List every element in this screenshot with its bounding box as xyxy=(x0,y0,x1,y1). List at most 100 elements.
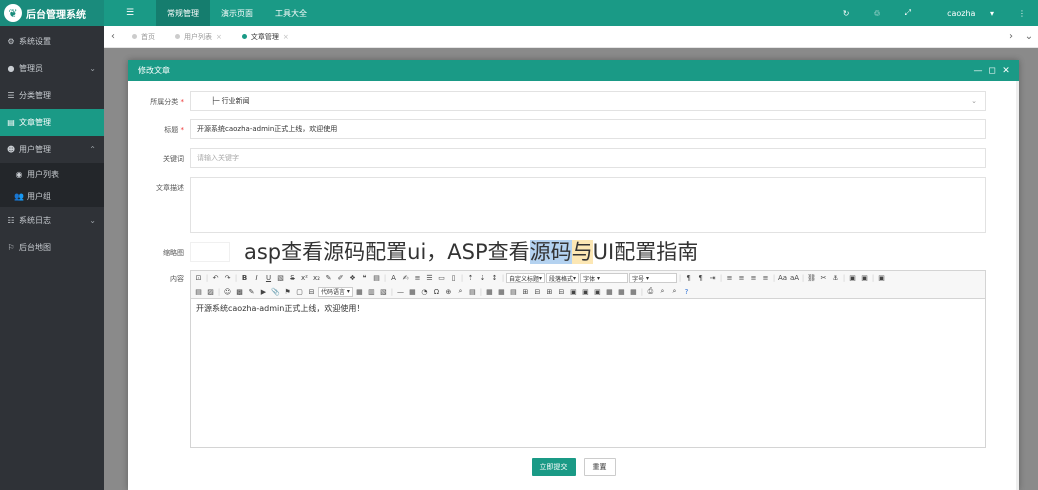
italic-icon[interactable]: I xyxy=(251,273,262,284)
sidebar-item-system-log[interactable]: ☷ 系统日志 ⌄ xyxy=(0,207,104,234)
close-icon[interactable]: × xyxy=(283,33,289,41)
search-icon[interactable]: ⌕ xyxy=(669,286,680,297)
title-input[interactable]: 开源系统caozha-admin正式上线，欢迎使用 xyxy=(190,119,986,139)
image-left-icon[interactable]: ▣ xyxy=(859,273,870,284)
insert-col-icon[interactable]: ⊞ xyxy=(544,286,555,297)
modal-scrollbar[interactable] xyxy=(1016,81,1019,490)
sidebar-item-site-map[interactable]: ⚐ 后台地图 xyxy=(0,234,104,261)
wordimage-icon[interactable]: ▧ xyxy=(378,286,389,297)
background-icon[interactable]: ▥ xyxy=(366,286,377,297)
unordered-list-icon[interactable]: ☰ xyxy=(424,273,435,284)
highlight-icon[interactable]: ✍ xyxy=(400,273,411,284)
menu-toggle-icon[interactable]: ☰ xyxy=(104,8,156,18)
blockquote-icon[interactable]: ❝ xyxy=(359,273,370,284)
align-justify-icon[interactable]: ≡ xyxy=(760,273,771,284)
insert-table-icon[interactable]: ▦ xyxy=(484,286,495,297)
font-family-select[interactable]: 字体 ▾ xyxy=(580,273,629,283)
clear-doc-icon[interactable]: ▯ xyxy=(448,273,459,284)
page-break-icon[interactable]: ⊟ xyxy=(306,286,317,297)
sidebar-item-categories[interactable]: ☰ 分类管理 xyxy=(0,82,104,109)
format-match-icon[interactable]: ✐ xyxy=(335,273,346,284)
drafts-icon[interactable]: ▤ xyxy=(467,286,478,297)
uppercase-icon[interactable]: Aa xyxy=(777,273,788,284)
line-height-icon[interactable]: ↕ xyxy=(489,273,500,284)
special-chars-icon[interactable]: Ω xyxy=(431,286,442,297)
category-select[interactable]: ├─ 行业新闻 ⌄ xyxy=(190,91,986,111)
link-icon[interactable]: ⛓ xyxy=(806,273,817,284)
frame-icon[interactable]: ▢ xyxy=(294,286,305,297)
align-right-icon[interactable]: ≡ xyxy=(748,273,759,284)
superscript-icon[interactable]: x² xyxy=(299,273,310,284)
tab-home[interactable]: 首页 xyxy=(122,32,165,42)
font-border-icon[interactable]: ▧ xyxy=(275,273,286,284)
maximize-icon[interactable]: ◻ xyxy=(985,66,999,76)
template-icon[interactable]: ▦ xyxy=(354,286,365,297)
date-icon[interactable]: ▦ xyxy=(407,286,418,297)
tab-options-icon[interactable]: ⌄ xyxy=(1020,31,1038,42)
screenshot-icon[interactable]: ▩ xyxy=(234,286,245,297)
refresh-icon[interactable]: ↻ xyxy=(831,9,862,18)
description-textarea[interactable] xyxy=(190,177,986,233)
insert-row-icon[interactable]: ⊞ xyxy=(520,286,531,297)
remove-format-icon[interactable]: ✎ xyxy=(323,273,334,284)
search-replace-icon[interactable]: ⌕ xyxy=(455,286,466,297)
font-color-icon[interactable]: A xyxy=(388,273,399,284)
attachment-icon[interactable]: 📎 xyxy=(270,286,281,297)
sidebar-item-articles[interactable]: ▤ 文章管理 xyxy=(0,109,104,136)
brand[interactable]: ❦ 后台管理系统 xyxy=(0,0,104,26)
merge-cells-icon[interactable]: ▣ xyxy=(568,286,579,297)
row-spacing-bottom-icon[interactable]: ⇣ xyxy=(477,273,488,284)
merge-down-icon[interactable]: ▣ xyxy=(592,286,603,297)
sidebar-item-system-settings[interactable]: ⚙ 系统设置 xyxy=(0,28,104,55)
unlink-icon[interactable]: ✂ xyxy=(818,273,829,284)
auto-typeset-icon[interactable]: ❖ xyxy=(347,273,358,284)
time-icon[interactable]: ◔ xyxy=(419,286,430,297)
preview-icon[interactable]: ⌕ xyxy=(657,286,668,297)
nav-demo-pages[interactable]: 演示页面 xyxy=(210,0,264,26)
tab-user-list[interactable]: 用户列表 × xyxy=(165,32,232,42)
horizontal-rule-icon[interactable]: — xyxy=(395,286,406,297)
ordered-list-icon[interactable]: ≡ xyxy=(412,273,423,284)
thumbnail-upload[interactable] xyxy=(190,242,230,262)
split-cells-icon[interactable]: ▦ xyxy=(604,286,615,297)
code-language-select[interactable]: 代码语言 ▾ xyxy=(318,286,353,297)
keywords-input[interactable]: 请输入关键字 xyxy=(190,148,986,168)
bold-icon[interactable]: B xyxy=(239,273,250,284)
print-icon[interactable]: ⎙ xyxy=(645,286,656,297)
paste-plain-icon[interactable]: ▤ xyxy=(371,273,382,284)
ltr-icon[interactable]: ¶ xyxy=(683,273,694,284)
paragraph-select[interactable]: 段落格式 ▾ xyxy=(546,273,580,283)
more-icon[interactable]: ⋮ xyxy=(1006,9,1038,18)
sidebar-item-user-list[interactable]: ◉ 用户列表 xyxy=(0,163,104,185)
tab-articles[interactable]: 文章管理 × xyxy=(232,32,299,42)
map-icon[interactable]: ⚑ xyxy=(282,286,293,297)
minimize-icon[interactable]: — xyxy=(971,66,985,76)
image-none-icon[interactable]: ▣ xyxy=(847,273,858,284)
sidebar-item-admins[interactable]: ● 管理员 ⌄ xyxy=(0,55,104,82)
insert-video-icon[interactable]: ▶ xyxy=(258,286,269,297)
scrawl-icon[interactable]: ✎ xyxy=(246,286,257,297)
select-all-icon[interactable]: ▭ xyxy=(436,273,447,284)
sidebar-item-user-management[interactable]: ☻ 用户管理 ⌃ xyxy=(0,136,104,163)
close-icon[interactable]: × xyxy=(216,33,222,41)
simple-upload-icon[interactable]: ▤ xyxy=(193,286,204,297)
align-center-icon[interactable]: ≡ xyxy=(736,273,747,284)
insert-image-icon[interactable]: ▨ xyxy=(205,286,216,297)
nav-regular-management[interactable]: 常规管理 xyxy=(156,0,210,26)
snapscreen-icon[interactable]: ⊕ xyxy=(443,286,454,297)
delete-row-icon[interactable]: ⊟ xyxy=(532,286,543,297)
fullscreen-icon[interactable]: ⤢ xyxy=(893,8,923,18)
custom-title-select[interactable]: 自定义标题 ▾ xyxy=(506,273,546,283)
indent-icon[interactable]: ⇥ xyxy=(707,273,718,284)
help-icon[interactable]: ? xyxy=(681,286,692,297)
close-icon[interactable]: ✕ xyxy=(999,66,1013,76)
insert-paragraph-before-table-icon[interactable]: ▤ xyxy=(508,286,519,297)
editor-content[interactable]: 开源系统caozha-admin正式上线，欢迎使用！ xyxy=(191,299,985,318)
delete-col-icon[interactable]: ⊟ xyxy=(556,286,567,297)
delete-table-icon[interactable]: ▦ xyxy=(496,286,507,297)
tab-scroll-left-icon[interactable]: ‹ xyxy=(104,31,122,42)
sidebar-item-user-groups[interactable]: 👥 用户组 xyxy=(0,185,104,207)
anchor-icon[interactable]: ⚓ xyxy=(830,273,841,284)
lowercase-icon[interactable]: aA xyxy=(789,273,800,284)
image-center-icon[interactable]: ▣ xyxy=(876,273,887,284)
